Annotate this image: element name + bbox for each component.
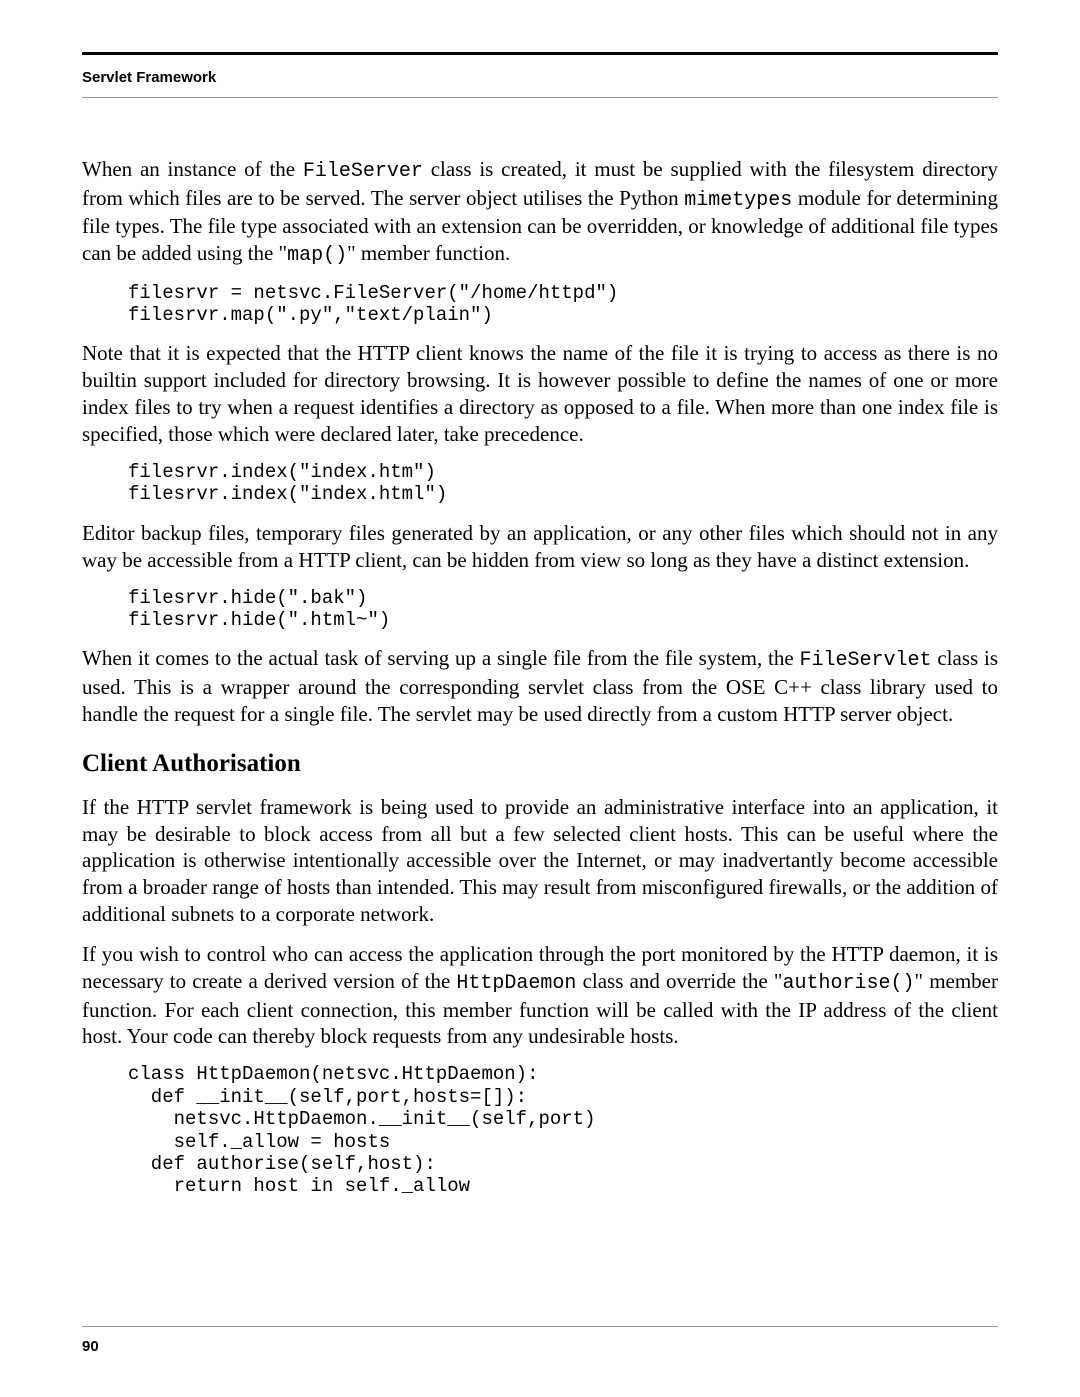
code-inline: FileServlet xyxy=(800,649,932,672)
code-inline: HttpDaemon xyxy=(456,972,576,995)
code-inline: mimetypes xyxy=(684,189,792,212)
paragraph-5: If the HTTP servlet framework is being u… xyxy=(82,794,998,928)
footer-rule xyxy=(82,1326,998,1327)
page: Servlet Framework When an instance of th… xyxy=(0,0,1080,1397)
paragraph-4: When it comes to the actual task of serv… xyxy=(82,645,998,727)
text: class and override the " xyxy=(576,969,782,993)
page-header: Servlet Framework xyxy=(82,55,998,98)
paragraph-2: Note that it is expected that the HTTP c… xyxy=(82,340,998,448)
text: When it comes to the actual task of serv… xyxy=(82,646,800,670)
text: When an instance of the xyxy=(82,157,303,181)
paragraph-1: When an instance of the FileServer class… xyxy=(82,156,998,269)
code-inline: FileServer xyxy=(303,160,423,183)
paragraph-3: Editor backup files, temporary files gen… xyxy=(82,520,998,574)
code-inline: authorise() xyxy=(782,972,914,995)
header-title: Servlet Framework xyxy=(82,69,216,86)
paragraph-6: If you wish to control who can access th… xyxy=(82,941,998,1050)
code-inline: map() xyxy=(287,244,347,267)
code-block-1: filesrvr = netsvc.FileServer("/home/http… xyxy=(128,282,998,327)
code-block-4: class HttpDaemon(netsvc.HttpDaemon): def… xyxy=(128,1063,998,1197)
page-content: When an instance of the FileServer class… xyxy=(82,98,998,1198)
text: " member function. xyxy=(347,241,510,265)
code-block-3: filesrvr.hide(".bak") filesrvr.hide(".ht… xyxy=(128,587,998,632)
code-block-2: filesrvr.index("index.htm") filesrvr.ind… xyxy=(128,461,998,506)
page-number: 90 xyxy=(82,1338,99,1355)
section-heading: Client Authorisation xyxy=(82,750,998,778)
